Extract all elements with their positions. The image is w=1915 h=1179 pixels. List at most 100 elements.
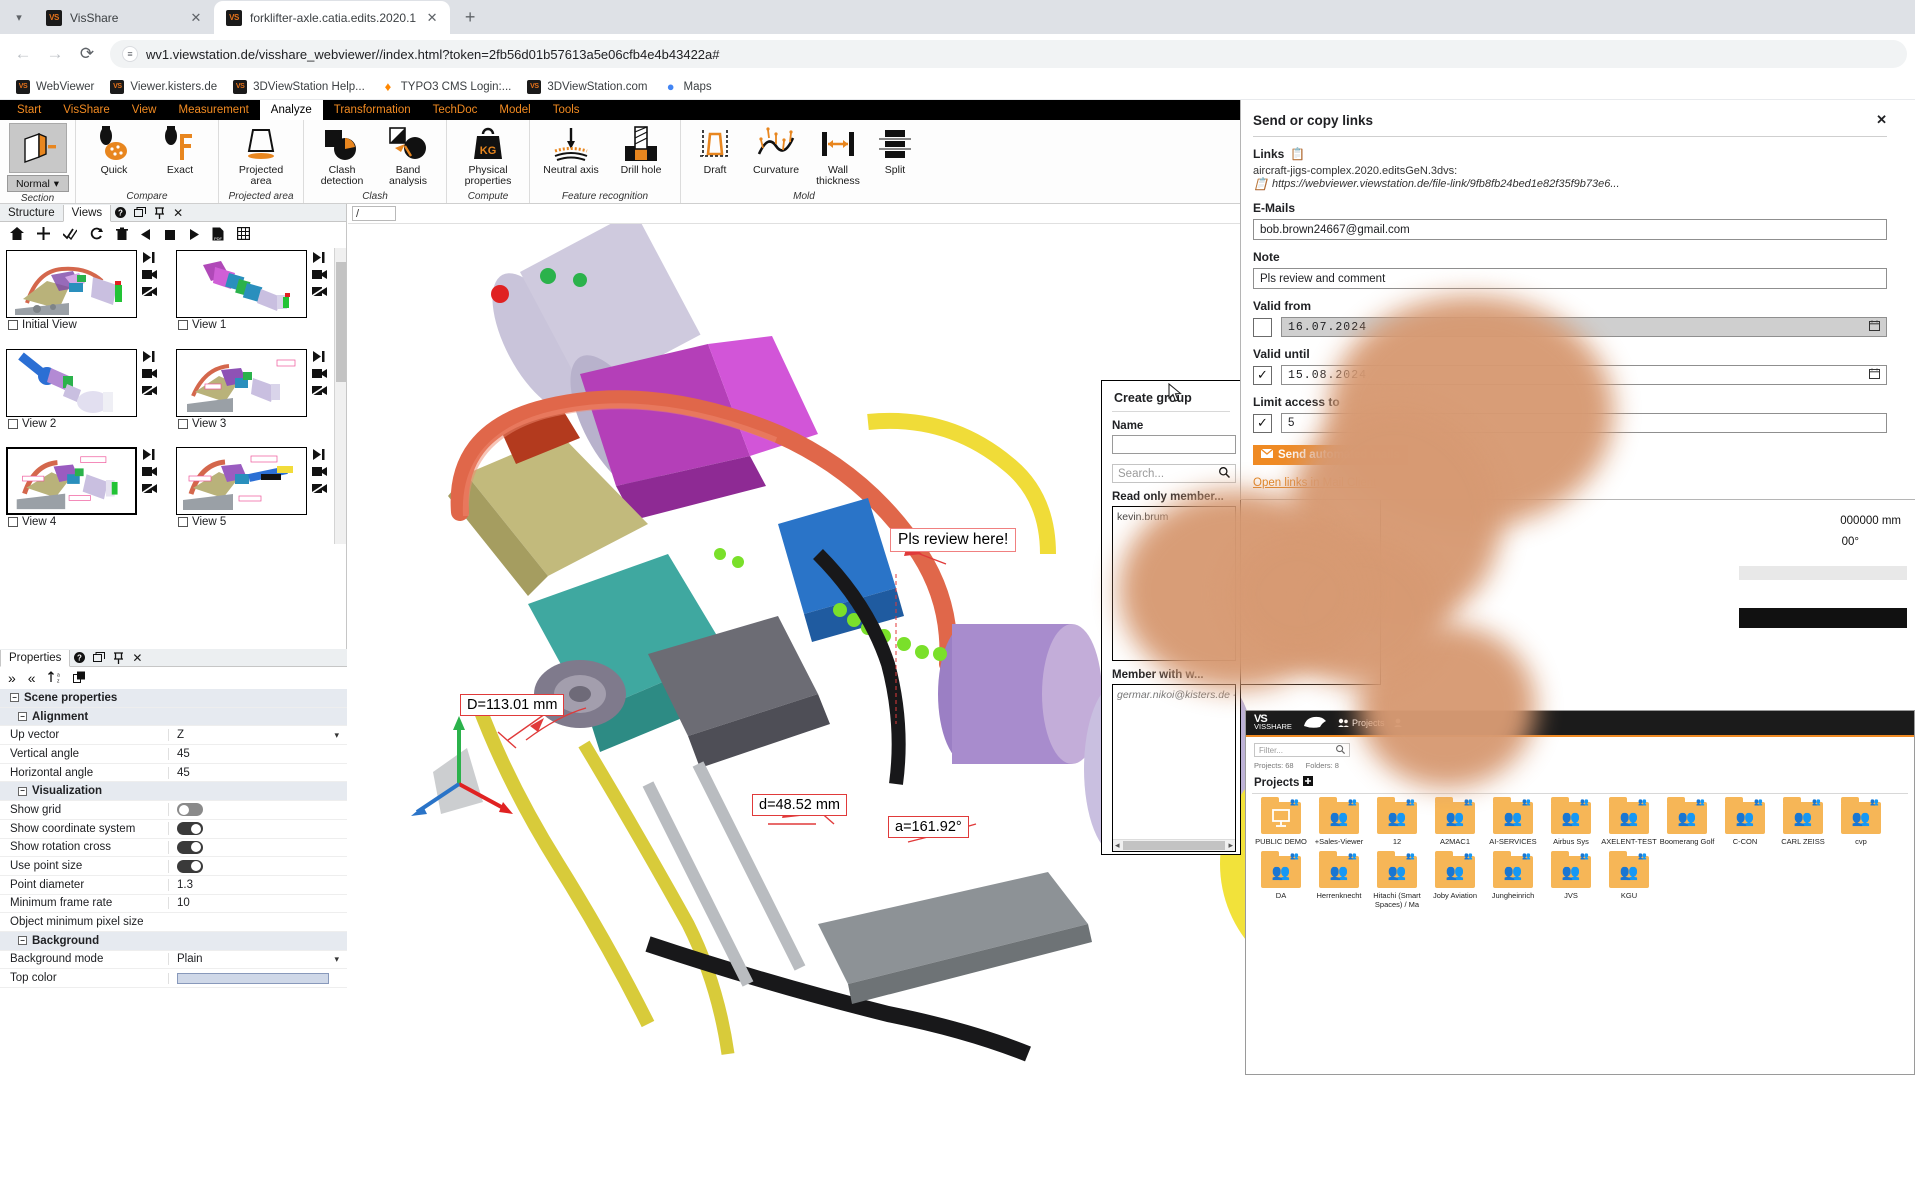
view-item-view-5[interactable]: View 5 bbox=[174, 445, 344, 544]
project-card[interactable]: 👥👥 CARL ZEISS bbox=[1774, 802, 1832, 846]
project-card[interactable]: 👥👥 Joby Aviation bbox=[1426, 856, 1484, 909]
project-card[interactable]: 👥👥 12 bbox=[1368, 802, 1426, 846]
copy-icon[interactable] bbox=[73, 671, 86, 686]
prev-icon[interactable] bbox=[141, 227, 152, 243]
property-group-scene[interactable]: − Scene properties bbox=[0, 689, 347, 708]
bookmark-3dviewstation-com[interactable]: VS 3DViewStation.com bbox=[519, 78, 655, 96]
project-card[interactable]: 👥👥 JVS bbox=[1542, 856, 1600, 909]
project-card[interactable]: 👥👥 KGU bbox=[1600, 856, 1658, 909]
new-tab-button[interactable]: + bbox=[456, 3, 484, 31]
limit-access-checkbox[interactable]: ✓ bbox=[1253, 414, 1272, 433]
property-row-show-rotation-cross[interactable]: Show rotation cross bbox=[0, 839, 347, 858]
ribbon-button-split[interactable]: Split bbox=[869, 123, 921, 176]
bookmark-webviewer[interactable]: VS WebViewer bbox=[8, 78, 102, 96]
ribbon-tab-visshare[interactable]: VisShare bbox=[52, 100, 120, 120]
camera-on-icon[interactable] bbox=[142, 368, 157, 382]
project-card[interactable]: 👥👥 Herrenknecht bbox=[1310, 856, 1368, 909]
ribbon-button-neutral-axis[interactable]: Neutral axis bbox=[536, 123, 606, 176]
camera-off-icon[interactable] bbox=[312, 385, 327, 399]
close-icon[interactable]: ✕ bbox=[169, 205, 187, 221]
property-group-visualization[interactable]: − Visualization bbox=[0, 782, 347, 801]
member-write-listbox[interactable]: germar.nikoi@kisters.de -Owne ◂ ▸ bbox=[1112, 684, 1236, 852]
goto-view-icon[interactable] bbox=[143, 449, 155, 463]
property-group-background[interactable]: − Background bbox=[0, 932, 347, 951]
ribbon-button-clash-detection[interactable]: Clash detection bbox=[310, 123, 374, 187]
view-thumbnail[interactable] bbox=[176, 349, 307, 417]
valid-until-checkbox[interactable]: ✓ bbox=[1253, 366, 1272, 385]
panel-tab-structure[interactable]: Structure bbox=[0, 205, 63, 221]
stop-icon[interactable] bbox=[165, 227, 175, 243]
reload-icon[interactable]: ⟳ bbox=[72, 39, 102, 69]
property-row-minimum-frame-rate[interactable]: Minimum frame rate 10 bbox=[0, 895, 347, 914]
view-checkbox[interactable] bbox=[178, 320, 188, 330]
camera-on-icon[interactable] bbox=[312, 269, 327, 283]
tab-list-icon[interactable]: ▾ bbox=[6, 4, 32, 30]
panel-tab-properties[interactable]: Properties bbox=[0, 650, 70, 667]
home-icon[interactable] bbox=[10, 227, 24, 243]
ribbon-button-band-analysis[interactable]: Band analysis bbox=[376, 123, 440, 187]
measurement-label-angle[interactable]: a=161.92° bbox=[888, 816, 969, 838]
collapse-all-icon[interactable]: « bbox=[28, 670, 36, 686]
grid-icon[interactable] bbox=[237, 227, 250, 243]
scrollbar-thumb[interactable] bbox=[1123, 841, 1226, 850]
scroll-left-icon[interactable]: ◂ bbox=[1115, 840, 1120, 851]
property-row-up-vector[interactable]: Up vector Z ▾ bbox=[0, 726, 347, 745]
omnibox[interactable]: ≡ wv1.viewstation.de/visshare_webviewer/… bbox=[110, 40, 1907, 68]
collapse-expander-icon[interactable]: − bbox=[18, 712, 27, 721]
project-card[interactable]: 👥 PUBLIC DEMO bbox=[1252, 802, 1310, 846]
view-thumbnail[interactable] bbox=[176, 447, 307, 515]
ribbon-tab-start[interactable]: Start bbox=[6, 100, 52, 120]
panel-tab-views[interactable]: Views bbox=[63, 205, 111, 222]
section-box-icon[interactable] bbox=[9, 123, 67, 173]
play-icon[interactable] bbox=[188, 227, 199, 243]
view-item-view-4[interactable]: View 4 bbox=[4, 445, 174, 544]
visshare-filter-input[interactable]: Filter... bbox=[1254, 743, 1350, 757]
goto-view-icon[interactable] bbox=[143, 351, 155, 365]
view-thumbnail[interactable] bbox=[176, 250, 307, 318]
property-group-alignment[interactable]: − Alignment bbox=[0, 708, 347, 727]
search-icon[interactable] bbox=[1219, 467, 1230, 481]
camera-off-icon[interactable] bbox=[312, 286, 327, 300]
ribbon-button-curvature[interactable]: Curvature bbox=[745, 123, 807, 176]
camera-on-icon[interactable] bbox=[312, 466, 327, 480]
note-input[interactable]: Pls review and comment bbox=[1253, 268, 1887, 289]
tune-icon[interactable]: ≡ bbox=[122, 46, 138, 62]
delete-icon[interactable] bbox=[116, 227, 128, 244]
group-name-input[interactable] bbox=[1112, 435, 1236, 454]
ribbon-button-projected-area[interactable]: Projected area bbox=[225, 123, 297, 187]
property-row-background-mode[interactable]: Background mode Plain ▾ bbox=[0, 951, 347, 970]
project-card[interactable]: 👥👥 A2MAC1 bbox=[1426, 802, 1484, 846]
forward-icon[interactable]: → bbox=[40, 39, 70, 69]
property-row-show-grid[interactable]: Show grid bbox=[0, 801, 347, 820]
collapse-expander-icon[interactable]: − bbox=[18, 787, 27, 796]
property-row-point-diameter[interactable]: Point diameter 1.3 bbox=[0, 876, 347, 895]
ribbon-tab-techdoc[interactable]: TechDoc bbox=[422, 100, 489, 120]
horizontal-scrollbar[interactable]: ◂ ▸ bbox=[1113, 839, 1235, 851]
valid-from-checkbox[interactable] bbox=[1253, 318, 1272, 337]
plus-square-icon[interactable] bbox=[1303, 776, 1313, 789]
sort-az-icon[interactable]: az bbox=[48, 671, 61, 686]
view-thumbnail[interactable] bbox=[6, 349, 137, 417]
view-checkbox[interactable] bbox=[178, 517, 188, 527]
measurement-label-small-diameter[interactable]: d=48.52 mm bbox=[752, 794, 847, 816]
undock-icon[interactable] bbox=[130, 206, 150, 219]
search-icon[interactable] bbox=[1336, 745, 1345, 756]
project-card[interactable]: 👥👥 Jungheinrich bbox=[1484, 856, 1542, 909]
project-card[interactable]: 👥👥 DA bbox=[1252, 856, 1310, 909]
check-all-icon[interactable] bbox=[63, 227, 77, 243]
pin-icon[interactable] bbox=[150, 206, 169, 220]
property-row-vertical-angle[interactable]: Vertical angle 45 bbox=[0, 745, 347, 764]
goto-view-icon[interactable] bbox=[313, 252, 325, 266]
measurement-label-diameter[interactable]: D=113.01 mm bbox=[460, 694, 564, 716]
close-icon[interactable]: ✕ bbox=[128, 650, 146, 666]
scrollbar-thumb[interactable] bbox=[336, 262, 346, 382]
refresh-icon[interactable] bbox=[90, 227, 103, 243]
collapse-expander-icon[interactable]: − bbox=[18, 936, 27, 945]
ribbon-button-exact[interactable]: Exact bbox=[148, 123, 212, 176]
project-card[interactable]: 👥👥 +Sales-Viewer bbox=[1310, 802, 1368, 846]
project-card[interactable]: 👥👥 Hitachi (Smart Spaces) / Ma bbox=[1368, 856, 1426, 909]
view-checkbox[interactable] bbox=[178, 419, 188, 429]
ribbon-tab-transformation[interactable]: Transformation bbox=[323, 100, 422, 120]
close-icon[interactable]: ✕ bbox=[188, 10, 204, 26]
help-icon[interactable]: ? bbox=[70, 651, 89, 664]
